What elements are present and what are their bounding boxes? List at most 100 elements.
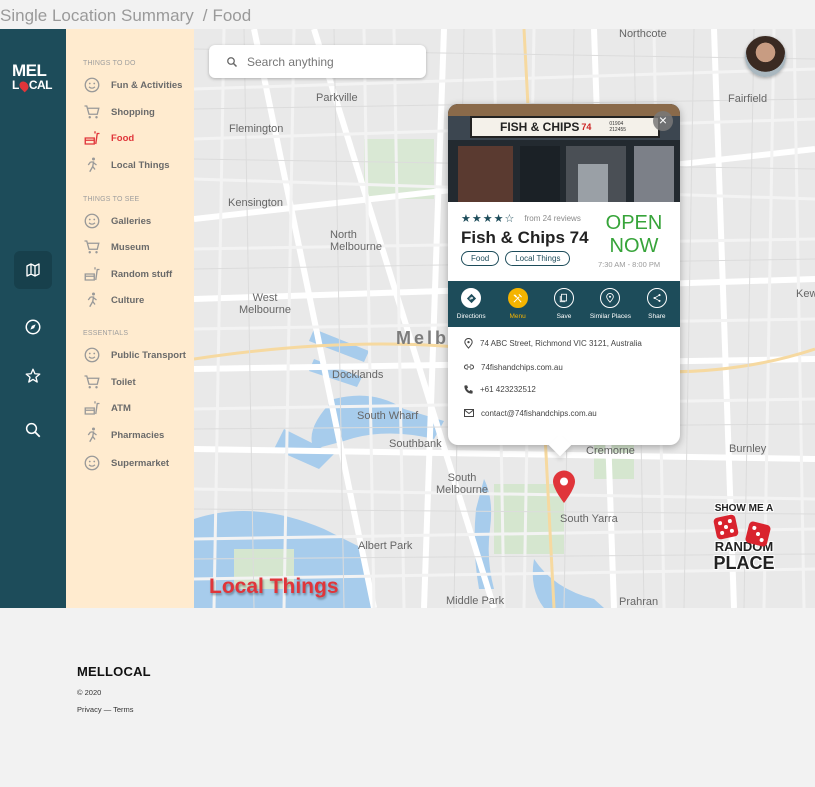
map-label-south-wharf: South Wharf	[357, 410, 419, 422]
category-random-stuff[interactable]: Random stuff	[82, 264, 172, 284]
random-line1: SHOW ME A	[714, 503, 774, 514]
shop-sign-text: FISH & CHIPS	[500, 120, 580, 134]
dice-icon	[712, 513, 740, 541]
shop-sign-number: 74	[581, 122, 592, 132]
close-button[interactable]: ×	[653, 111, 673, 131]
opening-hours: 7:30 AM - 8:00 PM	[598, 260, 661, 269]
mellocal-logo[interactable]: MEL L CAL	[12, 62, 56, 93]
category-label: Random stuff	[111, 268, 173, 280]
random-place-button[interactable]: SHOW ME A RANDOM PLACE	[707, 503, 781, 581]
rating: ★ ★ ★ ★ ☆ from 24 reviews	[461, 212, 581, 225]
star-filled-icon: ★	[461, 213, 471, 225]
avatar[interactable]	[745, 36, 786, 77]
running-icon	[82, 155, 102, 175]
star-filled-icon: ★	[482, 213, 493, 225]
fastfood-icon	[82, 264, 102, 284]
search-nav-button[interactable]	[14, 411, 52, 449]
smiley-icon	[82, 453, 102, 473]
phone-row[interactable]: +61 423232512	[463, 384, 536, 395]
open-status-line2: NOW	[609, 235, 659, 257]
email-text[interactable]: contact@74fishandchips.com.au	[481, 409, 597, 418]
map-label-kensington: Kensington	[228, 197, 284, 209]
map-label-fairfield: Fairfield	[728, 93, 768, 105]
category-pharmacies[interactable]: Pharmacies	[82, 425, 164, 445]
map-label-south-yarra: South Yarra	[560, 513, 618, 525]
category-food[interactable]: Food	[82, 128, 134, 148]
review-count[interactable]: from 24 reviews	[524, 214, 580, 223]
category-label: Local Things	[111, 159, 170, 171]
category-label: Public Transport	[111, 349, 186, 361]
location-pin-icon	[464, 338, 473, 349]
save-button[interactable]: Save	[541, 281, 587, 327]
map-label-southbank: Southbank	[389, 438, 442, 450]
category-label: Culture	[111, 294, 145, 306]
map-nav-button[interactable]	[14, 251, 52, 289]
category-label: Fun & Activities	[111, 79, 183, 91]
running-icon	[82, 290, 102, 310]
link-icon	[464, 364, 474, 370]
email-row[interactable]: contact@74fishandchips.com.au	[463, 407, 597, 419]
map-label-middle-park: Middle Park	[446, 595, 505, 607]
tag-local-things[interactable]: Local Things	[505, 251, 571, 266]
category-shopping[interactable]: Shopping	[82, 102, 155, 122]
category-label: ATM	[111, 402, 131, 414]
map-label-south-melbourne: South Melbourne	[436, 472, 488, 496]
category-toilet[interactable]: Toilet	[82, 372, 136, 392]
place-name: Fish & Chips 74	[461, 228, 589, 247]
footer: MELLOCAL © 2020 Privacy — Terms	[77, 664, 151, 714]
action-label: Menu	[509, 313, 526, 320]
similar-places-button[interactable]: Similar Places	[587, 281, 633, 327]
share-button[interactable]: Share	[634, 281, 680, 327]
place-photo: FISH & CHIPS 74 01904 212455 ×	[448, 104, 680, 202]
fastfood-icon	[82, 398, 102, 418]
phone-text[interactable]: +61 423232512	[480, 385, 536, 394]
map-label-prahran: Prahran	[619, 596, 659, 608]
search-input[interactable]	[247, 54, 417, 69]
directions-button[interactable]: Directions	[448, 281, 494, 327]
action-label: Directions	[456, 313, 486, 320]
category-museum[interactable]: Museum	[82, 237, 150, 257]
website-row[interactable]: 74fishandchips.com.au	[463, 361, 563, 373]
compass-icon	[25, 319, 41, 335]
category-label: Food	[111, 132, 135, 144]
category-public-transport[interactable]: Public Transport	[82, 345, 186, 365]
category-label: Shopping	[111, 106, 155, 118]
category-culture[interactable]: Culture	[82, 290, 144, 310]
category-label: Toilet	[111, 376, 136, 388]
left-rail: MEL L CAL	[0, 29, 66, 608]
category-galleries[interactable]: Galleries	[82, 211, 151, 231]
page-title: Local Things	[209, 575, 339, 598]
phone-icon	[464, 385, 473, 394]
running-icon	[82, 425, 102, 445]
cart-icon	[82, 372, 102, 392]
category-label: Galleries	[111, 215, 152, 227]
breadcrumb-section[interactable]: Food	[212, 6, 251, 25]
breadcrumb: Single Location Summary / Food	[0, 6, 251, 28]
breadcrumb-separator: /	[202, 6, 208, 25]
category-supermarket[interactable]: Supermarket	[82, 453, 169, 473]
category-atm[interactable]: ATM	[82, 398, 131, 418]
category-fun-activities[interactable]: Fun & Activities	[82, 75, 182, 95]
random-line3: PLACE	[713, 553, 775, 573]
directions-icon	[461, 288, 482, 308]
action-bar: Directions Menu Save Similar Places Shar…	[448, 281, 680, 327]
star-filled-icon: ★	[471, 213, 482, 225]
close-icon: ×	[658, 112, 668, 128]
menu-button[interactable]: Menu	[494, 281, 540, 327]
map-icon	[26, 263, 40, 277]
explore-nav-button[interactable]	[14, 308, 52, 346]
map-label-flemington: Flemington	[229, 123, 284, 135]
favourites-nav-button[interactable]	[14, 357, 52, 395]
footer-copyright: © 2020	[77, 688, 102, 697]
terms-link[interactable]: Terms	[113, 705, 133, 714]
map-marker-icon[interactable]	[552, 470, 576, 504]
place-card: FISH & CHIPS 74 01904 212455 × ★ ★ ★ ★ ☆ f…	[448, 104, 680, 457]
share-icon	[646, 288, 667, 308]
category-panel: THINGS TO DO Fun & Activities Shopping F…	[66, 29, 194, 608]
category-label: Pharmacies	[111, 429, 165, 441]
category-local-things[interactable]: Local Things	[82, 155, 170, 175]
tag-food[interactable]: Food	[461, 251, 500, 266]
map-label-parkville: Parkville	[316, 92, 358, 104]
privacy-link[interactable]: Privacy	[77, 705, 102, 714]
website-text[interactable]: 74fishandchips.com.au	[481, 363, 563, 372]
